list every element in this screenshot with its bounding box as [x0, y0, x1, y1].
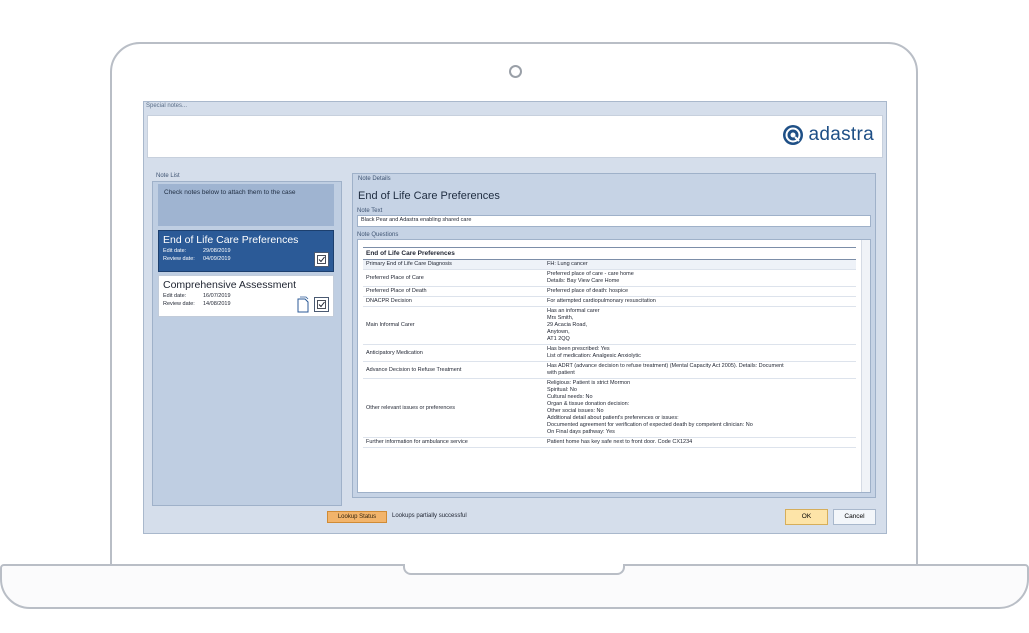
question-cell: Anticipatory Medication: [363, 344, 544, 362]
table-row: Preferred Place of Death Preferred place …: [363, 286, 856, 297]
note-card-title: End of Life Care Preferences: [163, 234, 299, 246]
review-date-label: Review date:: [163, 256, 195, 262]
question-cell: Other relevant issues or preferences: [363, 378, 544, 438]
ok-button[interactable]: OK: [785, 509, 828, 525]
note-questions-box: End of Life Care Preferences Primary End…: [357, 239, 871, 493]
footer-bar: Lookup Status Lookups partially successf…: [144, 504, 886, 532]
answer-cell: Religious: Patient is strict Mormon Spir…: [544, 378, 856, 438]
table-row: Primary End of Life Care Diagnosis FH: Lu…: [363, 259, 856, 270]
note-details-title: End of Life Care Preferences: [358, 190, 500, 202]
edit-date-value: 29/08/2019: [203, 248, 231, 254]
table-row: Anticipatory Medication Has been prescrib…: [363, 344, 856, 362]
edit-date-label: Edit date:: [163, 293, 187, 299]
edit-date-label: Edit date:: [163, 248, 187, 254]
review-date-value: 04/09/2019: [203, 256, 231, 262]
questions-table: End of Life Care Preferences Primary End…: [363, 247, 856, 448]
question-cell: DNACPR Decision: [363, 296, 544, 307]
answer-cell: Has ADRT (advance decision to refuse tre…: [544, 361, 856, 379]
brand-banner: adastra: [147, 115, 883, 158]
table-row: Advance Decision to Refuse Treatment Has …: [363, 361, 856, 379]
note-text-label: Note Text: [357, 208, 383, 214]
note-questions-label: Note Questions: [357, 232, 399, 238]
answer-cell: Preferred place of care - care home Deta…: [544, 269, 856, 287]
answer-cell: Patient home has key safe next to front …: [544, 437, 856, 448]
edit-date-value: 16/07/2019: [203, 293, 231, 299]
table-row: Preferred Place of Care Preferred place o…: [363, 269, 856, 287]
attach-checkbox-icon[interactable]: [314, 297, 329, 312]
answer-cell: Preferred place of death: hospice: [544, 286, 856, 297]
note-card-end-of-life[interactable]: End of Life Care Preferences Edit date: 2…: [158, 230, 334, 272]
answer-cell: For attempted cardiopulmonary resuscitat…: [544, 296, 856, 307]
lookup-status-button[interactable]: Lookup Status: [327, 511, 387, 523]
question-cell: Preferred Place of Care: [363, 269, 544, 287]
note-details-label: Note Details: [358, 176, 391, 182]
answer-cell: FH: Lung cancer: [544, 259, 856, 270]
review-date-value: 14/08/2019: [203, 301, 231, 307]
note-text-field[interactable]: Black Pear and Adastra enabling shared c…: [357, 215, 871, 227]
note-list-hint: Check notes below to attach them to the …: [158, 184, 334, 226]
attach-checkbox-icon[interactable]: [314, 252, 329, 267]
adastra-logo-icon: [782, 125, 803, 145]
note-list-label: Note List: [156, 173, 180, 179]
table-row: Other relevant issues or preferences Reli…: [363, 378, 856, 438]
note-card-comprehensive-assessment[interactable]: Comprehensive Assessment Edit date: 16/07…: [158, 275, 334, 317]
window-title: Special notes...: [146, 103, 188, 109]
question-cell: Further information for ambulance servic…: [363, 437, 544, 448]
lookup-status-message: Lookups partially successful: [392, 513, 467, 519]
laptop-base-notch: [403, 564, 625, 575]
cancel-button[interactable]: Cancel: [833, 509, 876, 525]
note-list-panel: Check notes below to attach them to the …: [152, 181, 342, 506]
question-cell: Main Informal Carer: [363, 306, 544, 345]
questions-table-header: End of Life Care Preferences: [363, 247, 856, 260]
review-date-label: Review date:: [163, 301, 195, 307]
note-card-title: Comprehensive Assessment: [163, 279, 297, 291]
question-cell: Primary End of Life Care Diagnosis: [363, 259, 544, 270]
document-icon[interactable]: [297, 296, 309, 313]
question-cell: Advance Decision to Refuse Treatment: [363, 361, 544, 379]
table-row: Main Informal Carer Has an informal carer…: [363, 306, 856, 345]
brand-logo: adastra: [782, 124, 874, 146]
answer-cell: Has been prescribed: Yes List of medicat…: [544, 344, 856, 362]
answer-cell: Has an informal carer Mrs Smith, 29 Acac…: [544, 306, 856, 345]
camera: [509, 65, 522, 78]
app-window: Special notes... adastra Note List Check…: [143, 101, 887, 534]
brand-name: adastra: [808, 124, 874, 145]
question-cell: Preferred Place of Death: [363, 286, 544, 297]
table-row: Further information for ambulance servic…: [363, 437, 856, 448]
note-details-panel: Note Details End of Life Care Preference…: [352, 173, 876, 498]
table-row: DNACPR Decision For attempted cardiopulmo…: [363, 296, 856, 307]
questions-scrollbar[interactable]: [861, 240, 870, 492]
